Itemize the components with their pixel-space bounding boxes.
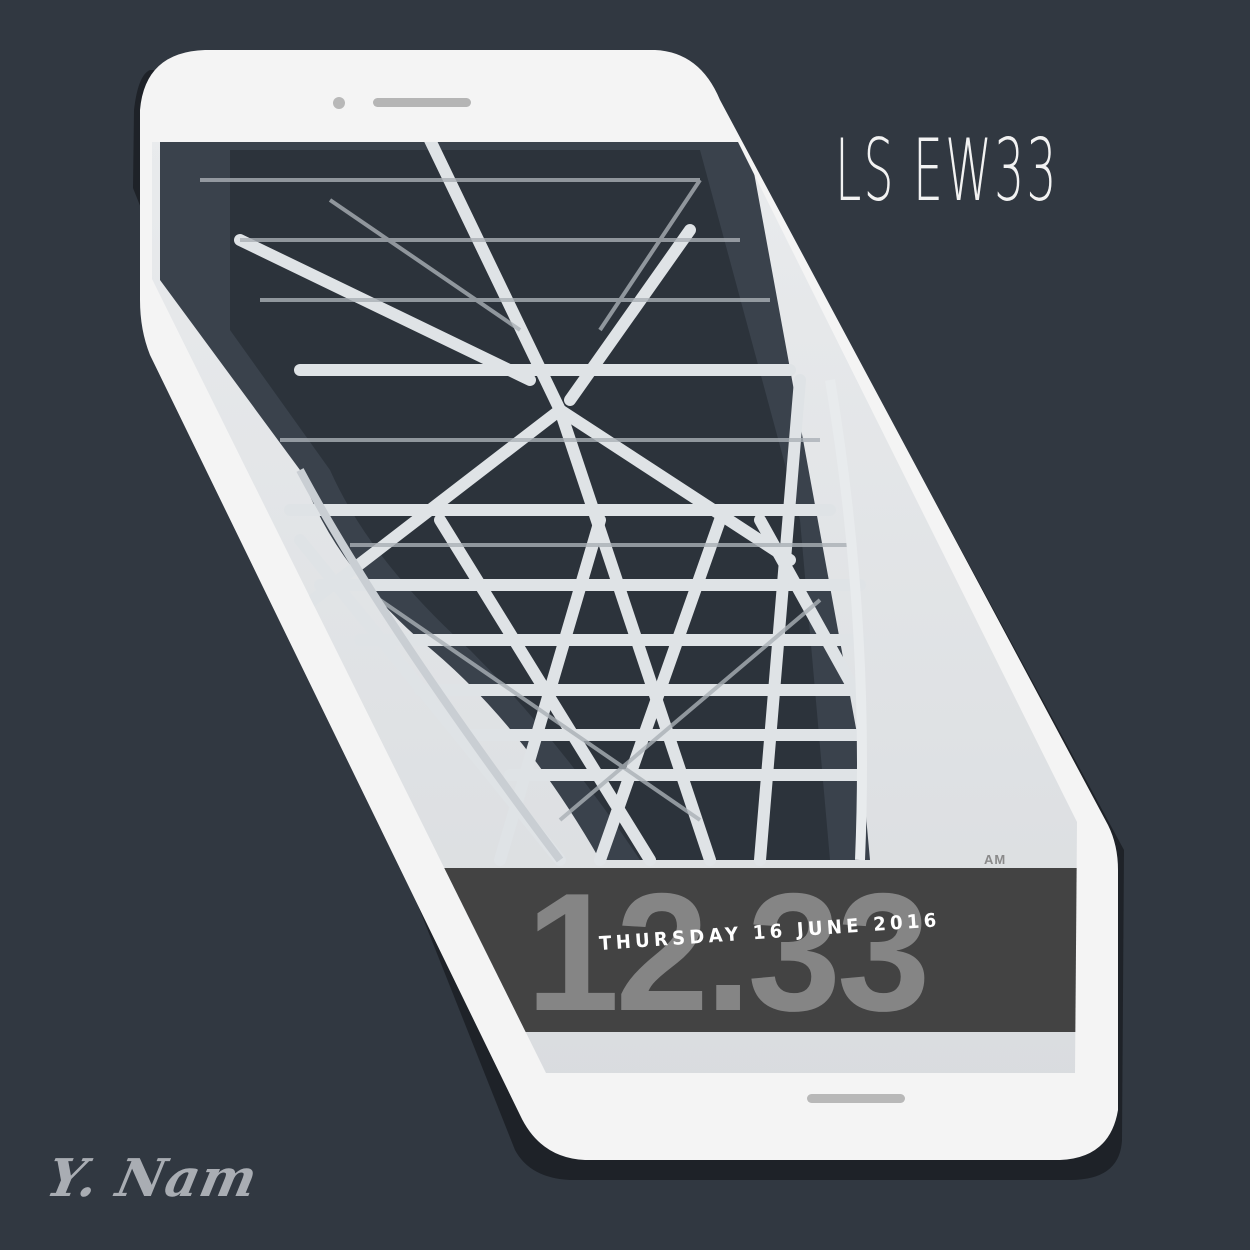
promo-canvas: 12.33 AM THURSDAY 16 JUNE 2016 LS EW33 Y… [0,0,1250,1250]
phone-mockup [133,50,1124,1180]
front-camera-icon [333,97,345,109]
author-signature: Y. Nam [41,1148,264,1209]
speaker-grille-icon [373,98,471,107]
theme-title: LS EW33 [835,121,1059,221]
home-bar-icon[interactable] [807,1094,905,1103]
clock-overlay: 12.33 [452,868,1074,1032]
clock-ampm: AM [984,852,1007,867]
clock-time: 12.33 [526,868,930,1032]
